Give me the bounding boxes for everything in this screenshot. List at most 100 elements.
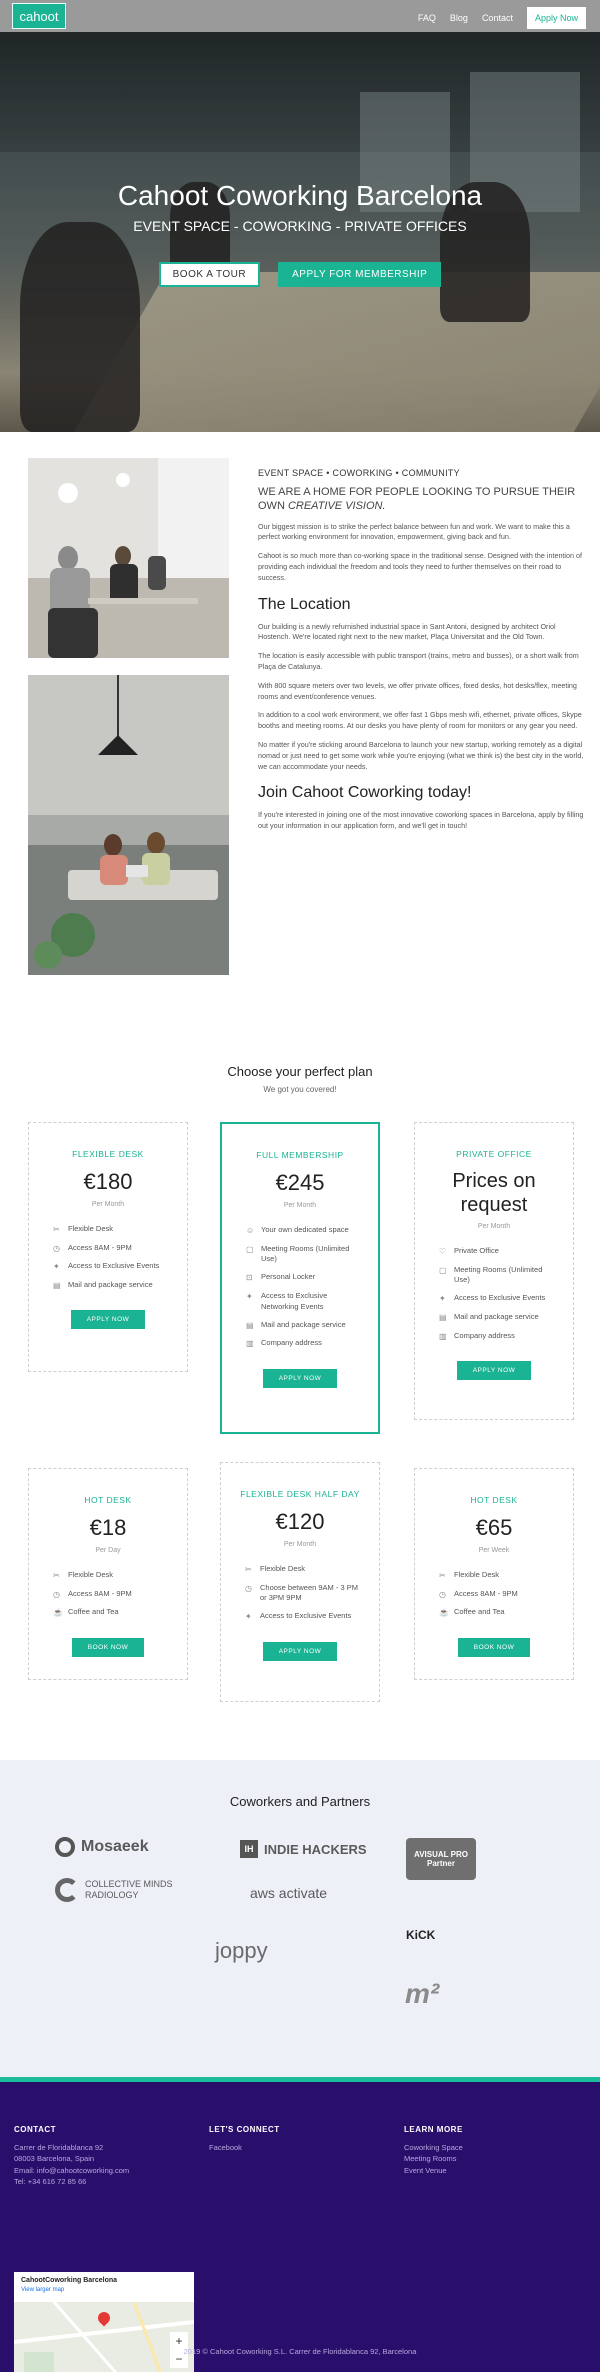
partner-name: joppy: [215, 1938, 268, 1963]
plan-feature: ✂ Flexible Desk: [53, 1224, 167, 1236]
feature-label: Private Office: [454, 1246, 499, 1255]
plan-price: €245: [275, 1170, 325, 1195]
nav-links: FAQ Blog Contact Apply Now: [418, 7, 586, 29]
hero-buttons: BOOK A TOUR APPLY FOR MEMBERSHIP: [0, 262, 600, 287]
plan-cta-button[interactable]: APPLY NOW: [262, 1368, 338, 1388]
photo-illustration: [28, 675, 229, 975]
footer-learn-link[interactable]: Event Venue: [404, 2165, 463, 2176]
hero-subtitle: EVENT SPACE - COWORKING - PRIVATE OFFICE…: [133, 218, 467, 234]
top-navbar: cahoot FAQ Blog Contact Apply Now: [0, 0, 600, 32]
plan-cta-button[interactable]: APPLY NOW: [456, 1361, 532, 1381]
about-photo-lounge: [28, 675, 229, 975]
site-logo[interactable]: cahoot: [12, 3, 66, 29]
plan-feature: ▤ Mail and package service: [53, 1280, 167, 1292]
plan-period: Per Month: [283, 1541, 317, 1548]
feature-icon: ☕: [53, 1608, 63, 1618]
partner-logo-indie-hackers: IH INDIE HACKERS: [240, 1840, 367, 1858]
plan-title: FLEXIBLE DESK: [72, 1149, 144, 1159]
footer-facebook-link[interactable]: Facebook: [209, 2142, 280, 2153]
feature-icon: ▢: [246, 1244, 254, 1254]
footer-map[interactable]: CahootCoworking Barcelona View larger ma…: [14, 2272, 194, 2372]
location-paragraph: Our building is a newly refurnished indu…: [258, 621, 556, 642]
plan-features: ✂ Flexible Desk ◷ Choose between 9AM - 3 PM…: [245, 1564, 359, 1623]
feature-label: Access 8AM - 9PM: [454, 1588, 518, 1598]
plan-feature: ◷ Access 8AM - 9PM: [53, 1589, 167, 1601]
plan-feature: ◷ Choose between 9AM - 3 PM or 3PM 9PM: [245, 1583, 359, 1605]
feature-icon: ▥: [246, 1339, 254, 1349]
feature-icon: ▢: [439, 1265, 447, 1275]
about-kicker: EVENT SPACE • COWORKING • COMMUNITY: [258, 468, 460, 478]
partner-name: INDIE HACKERS: [264, 1841, 367, 1857]
plan-feature: ♡ Private Office: [439, 1246, 553, 1258]
copyright-text: 2019 © Cahoot Coworking S.L. Carrer de F…: [183, 2347, 417, 2356]
feature-icon: ☺: [246, 1226, 255, 1235]
plan-feature: ✂ Flexible Desk: [53, 1570, 167, 1582]
footer-learn-link[interactable]: Meeting Rooms: [404, 2153, 463, 2164]
plan-cta-button[interactable]: APPLY NOW: [70, 1310, 146, 1330]
feature-icon: ▤: [246, 1320, 254, 1330]
feature-icon: ✂: [439, 1571, 446, 1580]
about-paragraph: Our biggest mission is to strike the per…: [258, 521, 570, 542]
nav-link-contact[interactable]: Contact: [482, 13, 513, 23]
plan-cta-button[interactable]: APPLY NOW: [262, 1641, 338, 1661]
plan-title: PRIVATE OFFICE: [456, 1149, 532, 1159]
feature-icon: ✂: [245, 1565, 252, 1574]
plan-card: HOT DESK €65 Per Week ✂ Flexible Desk ◷ Access…: [414, 1468, 574, 1680]
footer-contact-email[interactable]: Email: info@cahootcoworking.com: [14, 2165, 129, 2176]
plan-feature: ✦ Access to Exclusive Events: [439, 1293, 553, 1305]
footer-contact-phone[interactable]: Tel: +34 616 72 85 66: [14, 2176, 129, 2187]
feature-icon: ✦: [245, 1612, 252, 1622]
map-larger-link[interactable]: View larger map: [21, 2287, 187, 2293]
feature-label: Access to Exclusive Events: [260, 1611, 352, 1621]
feature-icon: ✦: [439, 1294, 446, 1304]
location-paragraph: In addition to a cool work environment, …: [258, 710, 582, 731]
plans-subheading: We got you covered!: [263, 1085, 337, 1094]
feature-icon: ◷: [245, 1583, 252, 1593]
plan-cta-button[interactable]: BOOK NOW: [71, 1637, 145, 1657]
plan-title: HOT DESK: [470, 1495, 518, 1505]
plan-card: PRIVATE OFFICE Prices on request Per Month…: [414, 1122, 574, 1420]
plan-feature: ▤ Mail and package service: [439, 1312, 553, 1324]
collective-minds-icon: [55, 1878, 79, 1902]
feature-label: Access to Exclusive Networking Events: [261, 1290, 328, 1311]
feature-label: Flexible Desk: [260, 1564, 306, 1573]
indie-hackers-icon: IH: [240, 1840, 258, 1858]
site-footer: CONTACT Carrer de Floridablanca 92 08003…: [0, 2077, 600, 2372]
partner-logo-kick: KiCK: [406, 1928, 435, 1942]
feature-label: Mail and package service: [68, 1279, 153, 1289]
plan-feature: ✂ Flexible Desk: [439, 1570, 553, 1582]
plan-cta-button[interactable]: BOOK NOW: [457, 1637, 531, 1657]
feature-icon: ⊡: [246, 1273, 253, 1283]
map-place-title: CahootCoworking Barcelona: [21, 2277, 118, 2284]
location-paragraph: The location is easily accessible with p…: [258, 651, 579, 671]
plan-features: ♡ Private Office ▢ Meeting Rooms (Unlimited…: [439, 1246, 553, 1342]
partner-name: AVISUAL PRO Partner: [414, 1850, 468, 1868]
location-heading: The Location: [258, 595, 351, 613]
location-paragraph: No matter if you're sticking around Barc…: [258, 739, 584, 771]
nav-link-blog[interactable]: Blog: [450, 13, 468, 23]
feature-label: Access 8AM - 9PM: [68, 1242, 132, 1252]
footer-learn: LEARN MORE Coworking Space Meeting Rooms…: [404, 2125, 463, 2176]
plan-price: Prices on request: [452, 1170, 536, 1216]
feature-icon: ✦: [53, 1262, 60, 1272]
apply-membership-button[interactable]: APPLY FOR MEMBERSHIP: [278, 262, 442, 287]
about-paragraph: Cahoot is so much more than co-working s…: [258, 551, 583, 582]
footer-learn-heading: LEARN MORE: [404, 2125, 463, 2134]
plan-period: Per Week: [478, 1547, 510, 1554]
partner-logo-mosaeek: Mosaeek: [55, 1837, 149, 1857]
footer-learn-link[interactable]: Coworking Space: [404, 2142, 463, 2153]
feature-label: Access 8AM - 9PM: [68, 1588, 132, 1598]
partner-name: COLLECTIVE MINDS RADIOLOGY: [85, 1879, 173, 1900]
nav-link-faq[interactable]: FAQ: [418, 13, 436, 23]
plan-price: €180: [83, 1169, 133, 1194]
partner-logo-aws: aws activate: [250, 1885, 327, 1901]
plan-title: FLEXIBLE DESK HALF DAY: [240, 1489, 360, 1499]
nav-apply-button[interactable]: Apply Now: [526, 7, 586, 29]
partner-name: Mosaeek: [81, 1838, 149, 1855]
footer-contact: CONTACT Carrer de Floridablanca 92 08003…: [14, 2125, 129, 2187]
photo-illustration: [28, 458, 229, 658]
book-tour-button[interactable]: BOOK A TOUR: [158, 262, 261, 287]
plan-price: €65: [475, 1515, 513, 1540]
plan-feature: ◷ Access 8AM - 9PM: [439, 1589, 553, 1601]
plan-feature: ☺ Your own dedicated space: [246, 1225, 358, 1237]
